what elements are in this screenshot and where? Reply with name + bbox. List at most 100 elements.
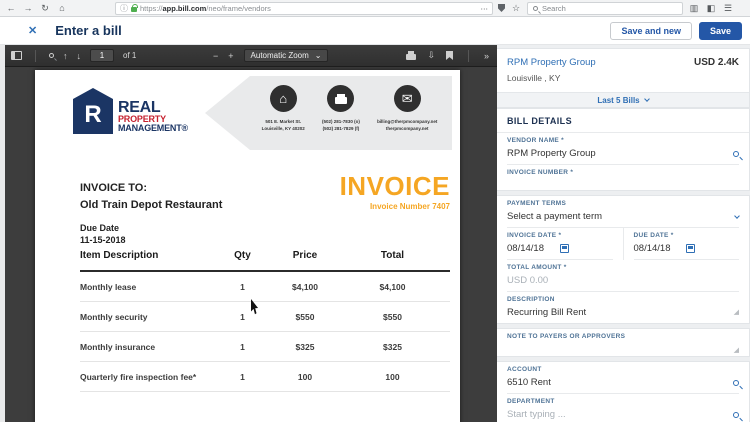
contact-address: ⌂ 501 E. Market St. Louisville, KY 40202	[262, 85, 305, 150]
sidebars-icon[interactable]: ◧	[705, 3, 717, 14]
due-date-label: Due Date	[80, 222, 126, 234]
table-row: Monthly security 1 $550 $550	[80, 302, 450, 332]
rpm-logo: R REAL PROPERTY MANAGEMENT®	[73, 88, 188, 134]
search-icon	[533, 6, 538, 11]
note-textarea[interactable]: ◢	[507, 340, 739, 356]
menu-icon[interactable]: ☰	[722, 3, 734, 14]
terms-dates-section: PAYMENT TERMS Select a payment term INVO…	[497, 195, 750, 324]
url-text: https://app.bill.com/neo/frame/vendors	[140, 4, 271, 13]
lookup-icon[interactable]	[733, 151, 739, 157]
vendor-location: Louisville , KY	[507, 73, 739, 83]
page-count-label: of 1	[123, 51, 136, 60]
current-view-icon[interactable]	[446, 51, 453, 60]
search-placeholder: Search	[542, 4, 566, 13]
classification-section: ACCOUNT 6510 Rent DEPARTMENT Start typin…	[497, 361, 750, 422]
vendor-name-input[interactable]: RPM Property Group	[507, 144, 739, 165]
department-input[interactable]: Start typing ...	[507, 405, 739, 422]
invoice-page: R REAL PROPERTY MANAGEMENT® ⌂ 501 E. Mar…	[35, 70, 460, 422]
contact-email: ✉ billing@therpmcompany.net therpmcompan…	[377, 85, 437, 150]
note-field: NOTE TO PAYERS OR APPROVERS ◢	[497, 329, 749, 356]
url-bar[interactable]: ⓘ https://app.bill.com/neo/frame/vendors…	[115, 2, 493, 15]
resize-grip-icon[interactable]: ◢	[734, 348, 739, 354]
page-number-input[interactable]: 1	[90, 49, 114, 62]
zoom-in-icon[interactable]: +	[228, 51, 233, 61]
rpm-logo-icon: R	[73, 88, 113, 134]
vendor-amount: USD 2.4K	[694, 57, 739, 68]
invoice-to-label: INVOICE TO:	[80, 182, 222, 194]
email-icon: ✉	[402, 91, 413, 107]
save-and-new-button[interactable]: Save and new	[610, 22, 692, 40]
description-field: DESCRIPTION Recurring Bill Rent ◢	[497, 292, 749, 323]
browser-chrome: ← → ↻ ⌂ ⓘ https://app.bill.com/neo/frame…	[0, 0, 750, 17]
invoice-number: Invoice Number 7407	[340, 202, 450, 211]
chevron-down-icon	[734, 213, 740, 219]
bookmark-star-icon[interactable]: ☆	[510, 3, 522, 14]
bill-form-panel: RPM Property Group USD 2.4K Louisville ,…	[497, 45, 750, 422]
payment-terms-select[interactable]: Select a payment term	[507, 207, 739, 228]
vendor-card: RPM Property Group USD 2.4K Louisville ,…	[497, 48, 750, 108]
invoice-date-input[interactable]: 08/14/18	[507, 239, 613, 260]
library-icon[interactable]: ▥	[688, 3, 700, 14]
zoom-select[interactable]: Automatic Zoom⌄	[244, 49, 329, 62]
save-button[interactable]: Save	[699, 22, 742, 40]
page-down-icon[interactable]: ↓	[77, 51, 82, 61]
home-icon[interactable]: ⌂	[56, 3, 68, 13]
calendar-icon[interactable]	[560, 244, 569, 253]
table-header: Item Description Qty Price Total	[80, 250, 450, 272]
due-date-input[interactable]: 08/14/18	[634, 239, 740, 260]
total-amount-input[interactable]: USD 0.00	[507, 271, 739, 292]
pdf-canvas[interactable]: R REAL PROPERTY MANAGEMENT® ⌂ 501 E. Mar…	[5, 67, 497, 422]
tools-icon[interactable]: »	[484, 51, 489, 61]
invoice-date-field: INVOICE DATE * 08/14/18	[497, 228, 624, 260]
browser-search-input[interactable]: Search	[527, 2, 683, 15]
find-icon[interactable]	[49, 53, 54, 58]
invoice-table: Item Description Qty Price Total Monthly…	[80, 250, 450, 392]
lock-icon	[131, 7, 137, 12]
page-up-icon[interactable]: ↑	[63, 51, 68, 61]
calendar-icon[interactable]	[686, 244, 695, 253]
app-header: ✕ Enter a bill Save and new Save	[0, 17, 750, 45]
address-home-icon: ⌂	[279, 91, 287, 106]
note-section: NOTE TO PAYERS OR APPROVERS ◢	[497, 328, 750, 357]
account-input[interactable]: 6510 Rent	[507, 373, 739, 394]
print-icon[interactable]	[406, 54, 416, 60]
vendor-link[interactable]: RPM Property Group	[507, 57, 596, 68]
account-field: ACCOUNT 6510 Rent	[497, 362, 749, 394]
pdf-toolbar: ↑ ↓ 1 of 1 − + Automatic Zoom⌄ ⇩ »	[5, 45, 497, 67]
payment-terms-field: PAYMENT TERMS Select a payment term	[497, 196, 749, 228]
lookup-icon[interactable]	[733, 412, 739, 418]
invoice-number-input[interactable]	[507, 176, 739, 190]
lookup-icon[interactable]	[733, 380, 739, 386]
download-icon[interactable]: ⇩	[427, 50, 435, 61]
page-title: Enter a bill	[55, 23, 121, 38]
department-field: DEPARTMENT Start typing ...	[497, 394, 749, 422]
close-icon[interactable]: ✕	[28, 24, 37, 37]
due-date-field: DUE DATE * 08/14/18	[624, 228, 750, 260]
chevron-down-icon	[644, 96, 650, 102]
total-amount-field: TOTAL AMOUNT * USD 0.00	[497, 260, 749, 292]
site-info-icon[interactable]: ⓘ	[120, 3, 128, 14]
shield-icon[interactable]	[498, 4, 505, 12]
back-icon[interactable]: ←	[5, 3, 17, 13]
logo-line-3: MANAGEMENT®	[118, 124, 188, 133]
contact-band: ⌂ 501 E. Market St. Louisville, KY 40202…	[205, 76, 452, 150]
zoom-out-icon[interactable]: −	[213, 51, 218, 61]
reload-icon[interactable]: ↻	[39, 3, 51, 14]
pdf-viewer: ↑ ↓ 1 of 1 − + Automatic Zoom⌄ ⇩ » R	[5, 45, 497, 422]
table-row: Quarterly fire inspection fee* 1 100 100	[80, 362, 450, 392]
last-5-bills-toggle[interactable]: Last 5 Bills	[497, 92, 749, 107]
bill-details-section: BILL DETAILS VENDOR NAME * RPM Property …	[497, 108, 750, 191]
page-actions-icon[interactable]: ⋯	[481, 4, 489, 13]
forward-icon[interactable]: →	[22, 3, 34, 13]
vendor-name-field: VENDOR NAME * RPM Property Group	[497, 133, 749, 165]
toggle-sidebar-icon[interactable]	[11, 51, 22, 60]
table-row: Monthly insurance 1 $325 $325	[80, 332, 450, 362]
bill-details-title: BILL DETAILS	[497, 109, 749, 133]
invoice-title: INVOICE	[340, 173, 450, 199]
resize-grip-icon[interactable]: ◢	[734, 310, 739, 316]
description-textarea[interactable]: Recurring Bill Rent ◢	[507, 303, 739, 323]
logo-line-1: REAL	[118, 100, 188, 115]
table-row: Monthly lease 1 $4,100 $4,100	[80, 272, 450, 302]
invoice-to-name: Old Train Depot Restaurant	[80, 199, 222, 211]
due-date-value: 11-15-2018	[80, 234, 126, 246]
